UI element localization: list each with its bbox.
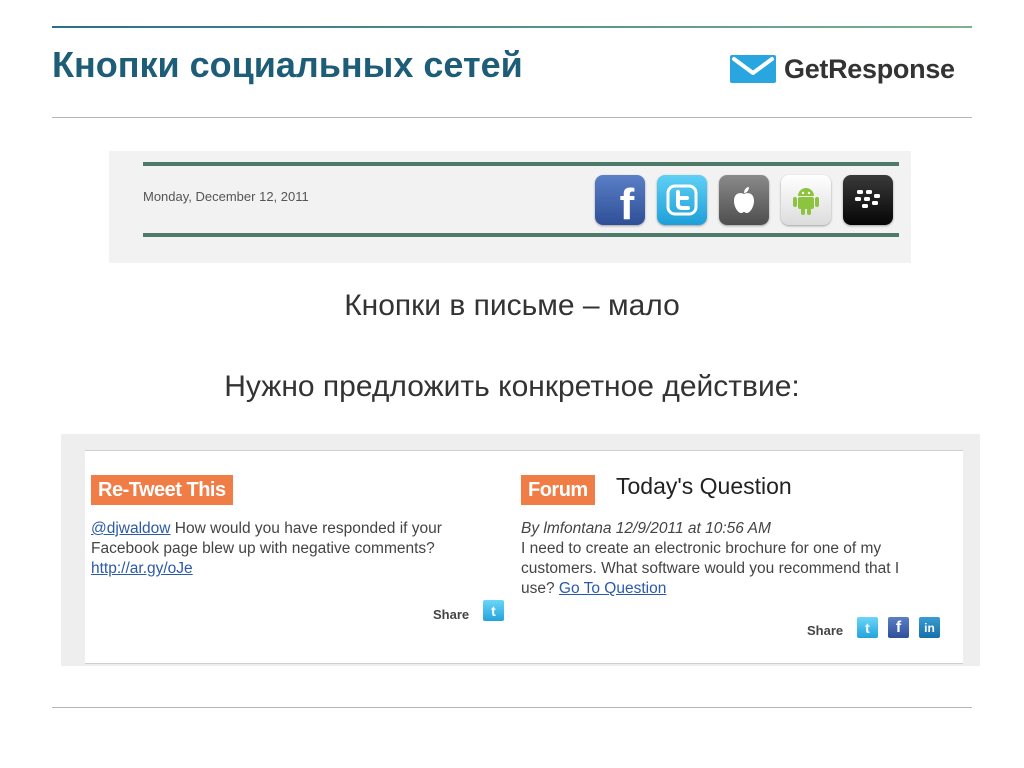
retweet-text: @djwaldow How would you have responded i…: [91, 519, 521, 579]
retweet-text-line1: How would you have responded if your: [170, 520, 442, 537]
header-bar-bottom: [143, 233, 899, 237]
twitter-handle-link[interactable]: @djwaldow: [91, 520, 171, 537]
twitter-share-icon[interactable]: t: [483, 600, 504, 621]
retweet-tag[interactable]: Re-Tweet This: [91, 475, 233, 505]
android-icon[interactable]: [781, 175, 831, 225]
linkedin-share-icon[interactable]: in: [919, 617, 940, 638]
header-bar-top: [143, 162, 899, 166]
divider-top: [52, 117, 972, 118]
logo-text: GetResponse: [784, 53, 955, 84]
divider-bottom: [52, 707, 972, 708]
twitter-share-icon[interactable]: t: [857, 617, 878, 638]
go-to-question-link[interactable]: Go To Question: [559, 580, 666, 597]
retweet-text-line2: Facebook page blew up with negative comm…: [91, 540, 435, 557]
retweet-share-label: Share: [433, 607, 470, 622]
question-title: Today's Question: [616, 473, 792, 499]
getresponse-logo: GetResponse: [730, 52, 955, 86]
forum-text-line2: customers. What software would you recom…: [521, 560, 900, 577]
forum-text-line1: I need to create an electronic brochure …: [521, 540, 882, 557]
forum-text-line3: use?: [521, 580, 559, 597]
blackberry-icon[interactable]: [843, 175, 893, 225]
email-header-screenshot: Monday, December 12, 2011 f: [109, 151, 911, 263]
facebook-icon[interactable]: f: [595, 175, 645, 229]
email-content-panel: Re-Tweet This @djwaldow How would you ha…: [85, 450, 963, 664]
retweet-url-link[interactable]: http://ar.gy/oJe: [91, 560, 193, 577]
apple-icon[interactable]: [719, 175, 769, 225]
blackberry-glyph: [855, 190, 880, 208]
android-glyph: [793, 188, 819, 215]
email-content-screenshot: Re-Tweet This @djwaldow How would you ha…: [61, 434, 980, 666]
envelope-icon: [730, 55, 776, 83]
slide-title: Кнопки социальных сетей: [52, 44, 523, 85]
top-accent-line: [52, 26, 972, 28]
forum-text: By lmfontana 12/9/2011 at 10:56 AM I nee…: [521, 519, 961, 599]
forum-byline: By lmfontana 12/9/2011 at 10:56 AM: [521, 520, 771, 537]
twitter-t-glyph: [666, 184, 698, 216]
twitter-icon[interactable]: [657, 175, 707, 225]
caption-call-to-action: Нужно предложить конкретное действие:: [224, 370, 800, 403]
email-date: Monday, December 12, 2011: [143, 189, 309, 204]
facebook-share-icon[interactable]: f: [888, 617, 909, 638]
apple-glyph: [734, 187, 754, 213]
forum-tag[interactable]: Forum: [521, 475, 595, 505]
caption-buttons-not-enough: Кнопки в письме – мало: [344, 289, 680, 322]
forum-share-label: Share: [807, 623, 844, 638]
